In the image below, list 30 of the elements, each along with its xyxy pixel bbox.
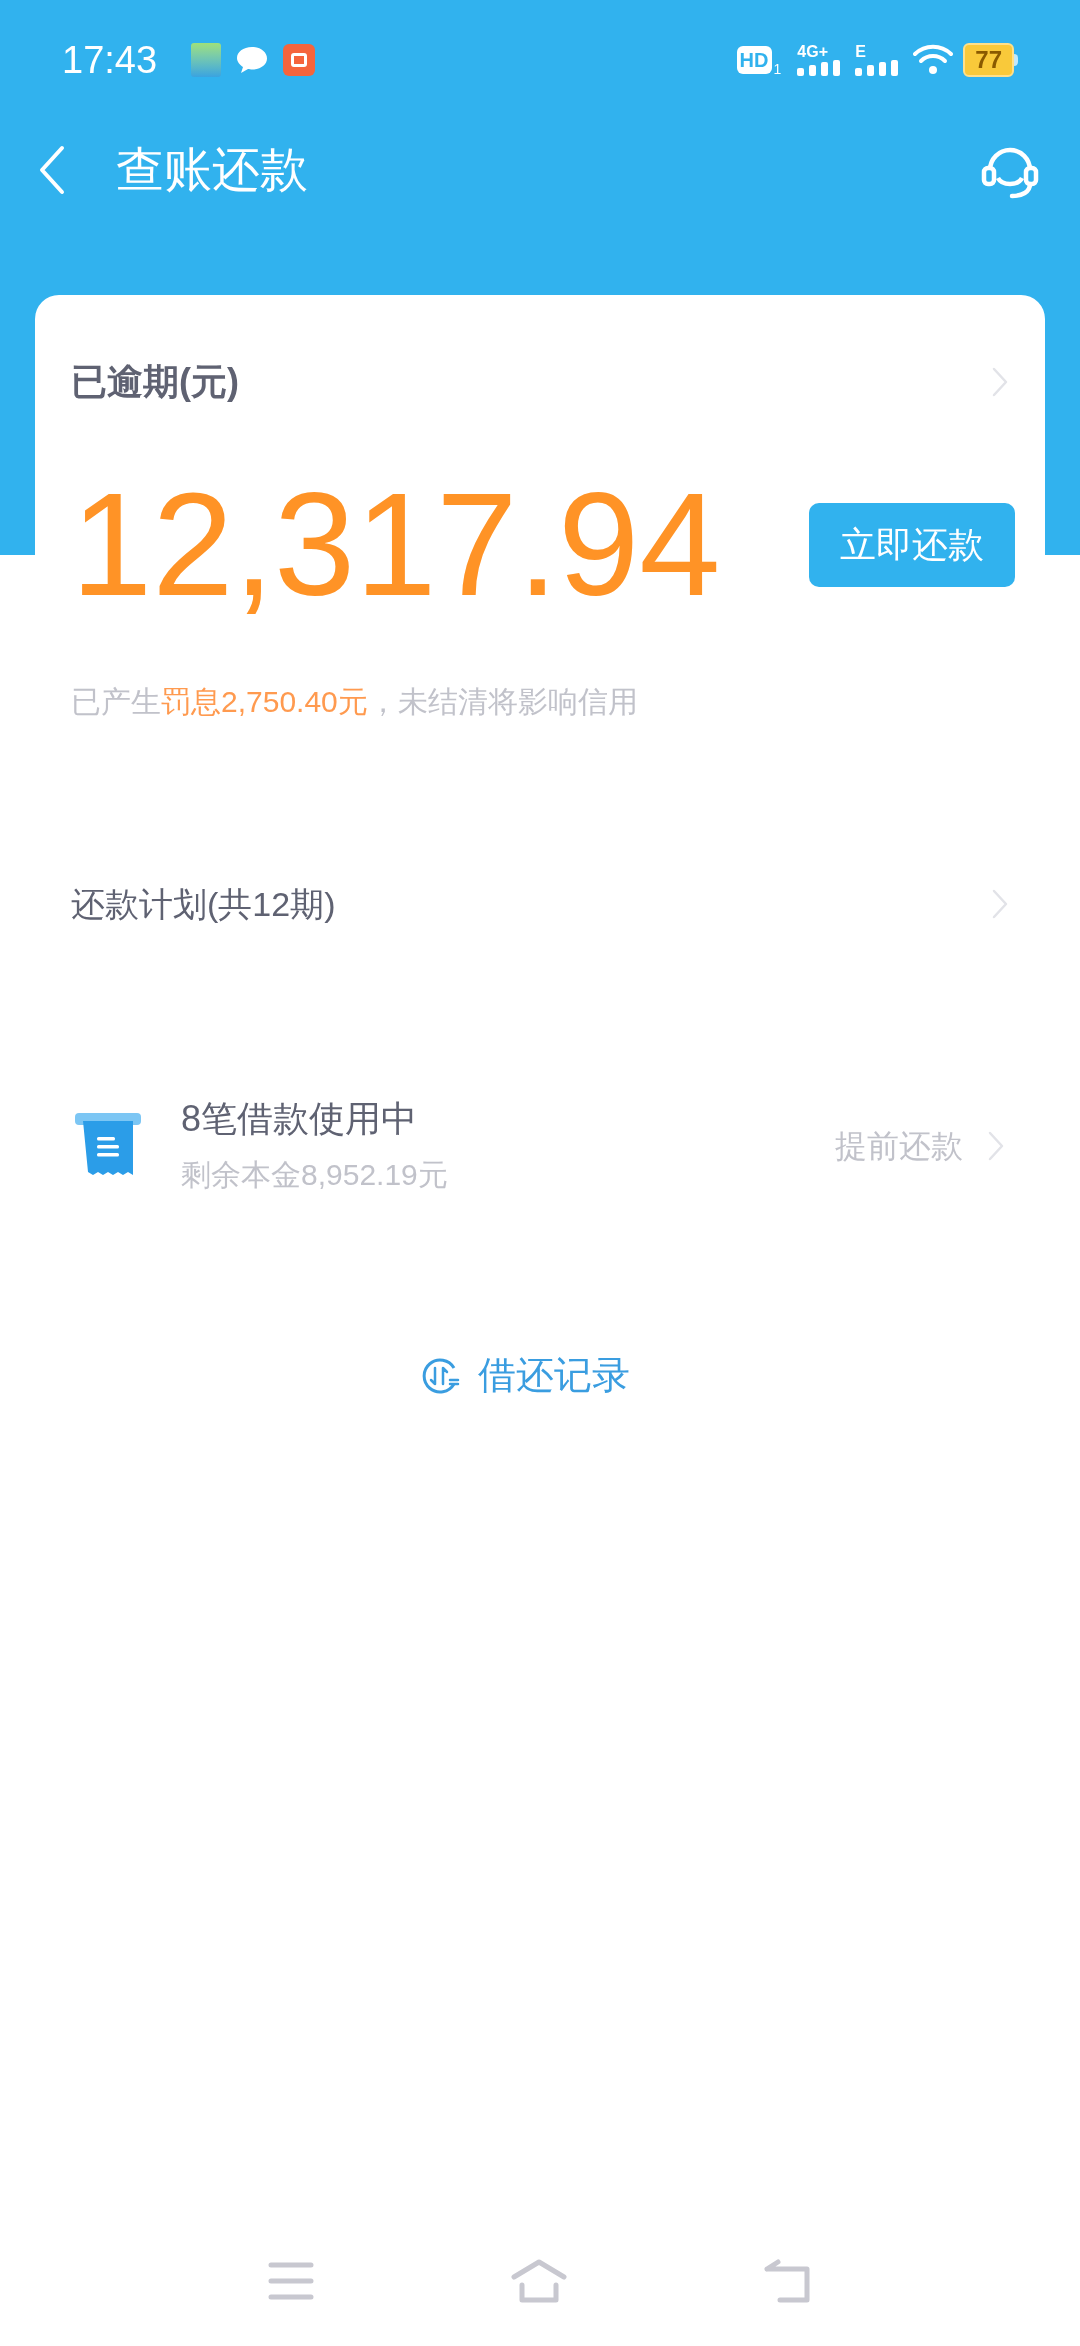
overdue-label: 已逾期(元): [71, 360, 239, 404]
network-type-label: E: [855, 44, 866, 60]
penalty-note: 已产生罚息2,750.40元，未结清将影响信用: [71, 684, 639, 720]
signal-icon: [855, 60, 900, 76]
home-icon[interactable]: [511, 2259, 567, 2303]
overdue-amount: 12,317.94: [71, 465, 721, 625]
battery-level: 77: [963, 43, 1014, 77]
video-app-icon: [283, 44, 316, 76]
app-notification-icon: [191, 43, 222, 77]
remaining-principal: 剩余本金8,952.19元: [181, 1157, 449, 1193]
page-title: 查账还款: [116, 142, 308, 198]
sim-slot-label: 1: [773, 60, 782, 79]
chevron-right-icon: [991, 366, 1009, 398]
back-icon[interactable]: [38, 144, 66, 196]
wifi-icon: [913, 44, 954, 76]
signal-icon: [797, 60, 842, 76]
chevron-right-icon: [987, 1129, 1005, 1162]
chevron-right-icon: [991, 888, 1009, 920]
hd-indicator: HD: [736, 46, 772, 74]
pay-now-button[interactable]: 立即还款: [809, 503, 1015, 587]
back-nav-icon[interactable]: [763, 2259, 812, 2303]
prepay-link[interactable]: 提前还款: [835, 1121, 1005, 1170]
exchange-icon: [420, 1355, 460, 1396]
active-loans-title: 8笔借款使用中: [181, 1097, 419, 1141]
records-link[interactable]: 借还记录: [5, 1347, 1045, 1404]
menu-icon[interactable]: [268, 2262, 315, 2300]
chat-bubble-icon: [235, 45, 270, 75]
repayment-plan-row[interactable]: 还款计划(共12期): [35, 864, 1045, 944]
network-type-label: 4G+: [797, 44, 828, 60]
status-time: 17:43: [62, 37, 158, 83]
